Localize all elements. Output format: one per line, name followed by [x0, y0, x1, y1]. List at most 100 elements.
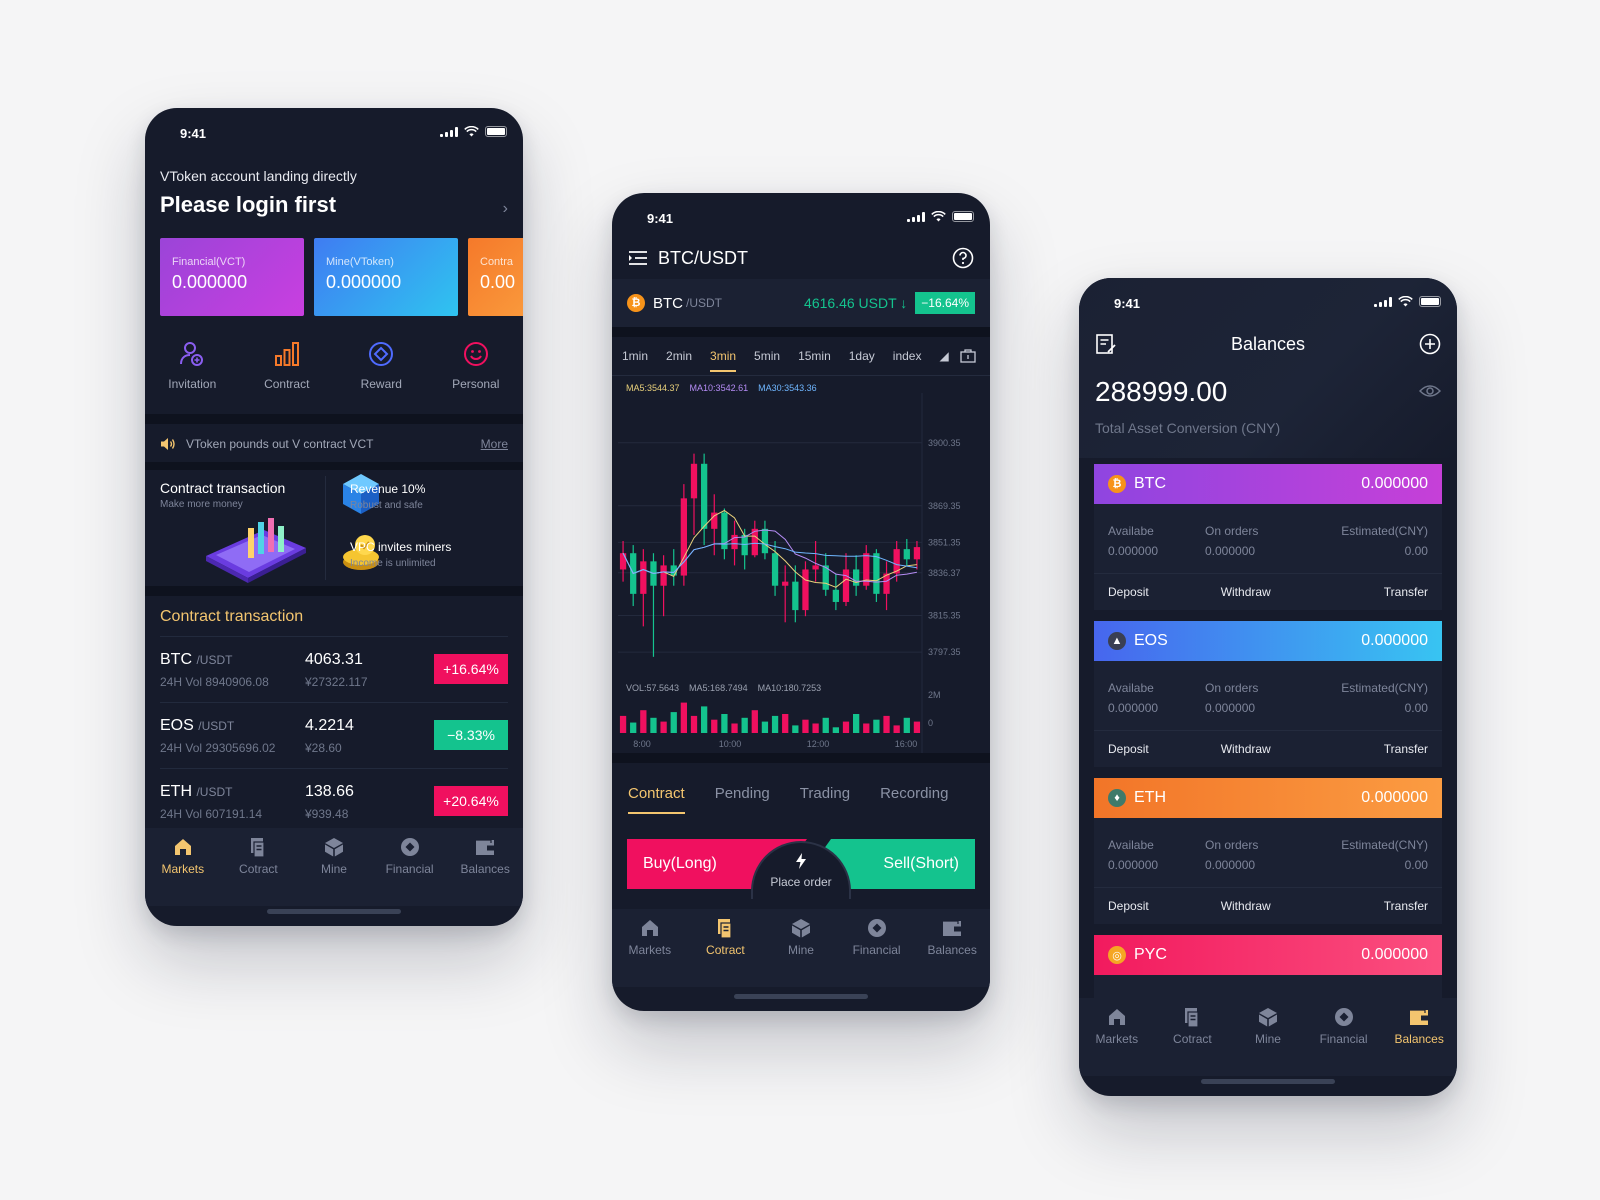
transfer-button[interactable]: Transfer [1384, 899, 1428, 913]
account-card-financial[interactable]: Financial(VCT) 0.000000 [160, 238, 304, 316]
notice-bar[interactable]: VToken pounds out V contract VCT More [145, 426, 523, 462]
shortcut-contract[interactable]: Contract [240, 340, 335, 391]
shortcut-label: Invitation [168, 377, 217, 391]
wifi-icon [1398, 296, 1413, 307]
tab-markets[interactable]: Markets [612, 909, 688, 987]
interval-15min[interactable]: 15min [798, 349, 831, 363]
market-price: 4.2214 [305, 717, 354, 734]
withdraw-button[interactable]: Withdraw [1221, 742, 1271, 756]
market-row-eos[interactable]: EOS /USDT 24H Vol 29305696.02 4.2214 ¥28… [160, 702, 508, 766]
market-row-btc[interactable]: BTC /USDT 24H Vol 8940906.08 4063.31 ¥27… [160, 636, 508, 700]
add-circle-icon[interactable] [1419, 333, 1441, 355]
candlestick-chart[interactable]: 3900.35 3869.35 3851.35 3836.37 3815.35 3797.… [612, 393, 990, 773]
mine-cube-icon [324, 838, 343, 857]
tab-mine[interactable]: Mine [763, 909, 839, 987]
ticker-coin: BTC [653, 294, 683, 312]
asset-details: Availabe 0.000000 On orders 0.000000 Estim… [1094, 818, 1442, 887]
home-indicator [1201, 1079, 1335, 1084]
transfer-button[interactable]: Transfer [1384, 585, 1428, 599]
divider [612, 327, 990, 337]
chevron-right-icon[interactable]: › [503, 200, 508, 218]
volume-bar [731, 723, 738, 733]
tab-mine[interactable]: Mine [1230, 998, 1306, 1076]
asset-balance: 0.000000 [1361, 789, 1428, 806]
interval-3min[interactable]: 3min [710, 349, 737, 372]
tab-pending[interactable]: Pending [715, 785, 770, 802]
promo-section: Contract transaction Make more money Rev… [145, 470, 523, 586]
tab-markets[interactable]: Markets [1079, 998, 1155, 1076]
shortcut-reward[interactable]: Reward [334, 340, 429, 391]
tab-financial[interactable]: Financial [1306, 998, 1382, 1076]
tab-mine[interactable]: Mine [296, 828, 372, 906]
y-tick-label: 3869.35 [928, 501, 961, 511]
transfer-button[interactable]: Transfer [1384, 742, 1428, 756]
layout-toggle-icon[interactable] [960, 349, 976, 363]
asset-card-pyc[interactable]: ◎ PYC 0.000000 [1094, 935, 1442, 1005]
tab-markets[interactable]: Markets [145, 828, 221, 906]
tab-recording[interactable]: Recording [880, 785, 948, 802]
col-label: Availabe [1108, 524, 1154, 538]
reward-diamond-icon [369, 342, 394, 366]
mine-cube-icon [791, 919, 810, 938]
shortcut-personal[interactable]: Personal [429, 340, 524, 391]
withdraw-button[interactable]: Withdraw [1221, 899, 1271, 913]
place-order-label: Place order [770, 875, 832, 889]
asset-card-header: ▲ EOS 0.000000 [1094, 621, 1442, 661]
shortcut-invitation[interactable]: Invitation [145, 340, 240, 391]
ticker-quote: /USDT [686, 296, 722, 310]
asset-coin: BTC [1134, 475, 1166, 492]
promo-item-subtitle: Robust and safe [350, 500, 423, 511]
market-quote: /USDT [196, 785, 233, 799]
divider [145, 586, 523, 596]
candle-body [903, 549, 910, 560]
asset-card-eos[interactable]: ▲ EOS 0.000000 Availabe 0.000000 On order… [1094, 621, 1442, 767]
promo-revenue[interactable]: Revenue 10% Robust and safe [350, 482, 425, 511]
interval-1min[interactable]: 1min [622, 349, 648, 363]
account-prompt: VToken account landing directly [160, 168, 357, 184]
interval-tabs: 1min 2min 3min 5min 15min 1day index ◢ [612, 337, 990, 375]
interval-1day[interactable]: 1day [849, 349, 875, 363]
tab-balances[interactable]: Balances [1381, 998, 1457, 1076]
status-bar: 9:41 [612, 193, 990, 241]
promo-miners[interactable]: VPC invites miners Income is unlimited [350, 540, 451, 569]
withdraw-button[interactable]: Withdraw [1221, 585, 1271, 599]
deposit-button[interactable]: Deposit [1108, 585, 1149, 599]
y-tick-label: 3851.35 [928, 537, 961, 547]
tab-cotract[interactable]: Cotract [688, 909, 764, 987]
tab-cotract[interactable]: Cotract [221, 828, 297, 906]
bottom-tab-bar: Markets Cotract Mine Financial Balances [612, 909, 990, 987]
notice-more-link[interactable]: More [481, 437, 508, 451]
interval-index[interactable]: index ◢ [893, 349, 949, 363]
login-prompt[interactable]: VToken account landing directly Please l… [160, 168, 508, 218]
tab-contract[interactable]: Contract [628, 785, 685, 814]
tab-trading[interactable]: Trading [800, 785, 850, 802]
candle-body [913, 547, 921, 560]
account-card-contract[interactable]: Contra 0.00 [468, 238, 523, 316]
menu-icon[interactable] [628, 250, 648, 266]
asset-available: 0.000000 [1108, 701, 1159, 715]
help-icon[interactable] [952, 247, 974, 269]
interval-divider [612, 375, 990, 376]
promo-item-title: VPC invites miners [350, 540, 452, 554]
tab-financial[interactable]: Financial [372, 828, 448, 906]
promo-title: Contract transaction [160, 480, 286, 496]
volume-bar [842, 721, 850, 733]
market-row-eth[interactable]: ETH /USDT 24H Vol 607191.14 138.66 ¥939.… [160, 768, 508, 832]
tab-balances[interactable]: Balances [914, 909, 990, 987]
asset-card-eth[interactable]: ♦ ETH 0.000000 Availabe 0.000000 On order… [1094, 778, 1442, 924]
volume-bar [711, 719, 718, 733]
deposit-button[interactable]: Deposit [1108, 899, 1149, 913]
bar-chart-icon [274, 342, 299, 366]
account-card-mine[interactable]: Mine(VToken) 0.000000 [314, 238, 458, 316]
interval-5min[interactable]: 5min [754, 349, 780, 363]
promo-item-subtitle: Income is unlimited [350, 558, 436, 569]
tab-label: Balances [1394, 1032, 1444, 1046]
col-label: On orders [1205, 838, 1259, 852]
interval-2min[interactable]: 2min [666, 349, 692, 363]
tab-balances[interactable]: Balances [447, 828, 523, 906]
tab-cotract[interactable]: Cotract [1155, 998, 1231, 1076]
deposit-button[interactable]: Deposit [1108, 742, 1149, 756]
tab-financial[interactable]: Financial [839, 909, 915, 987]
asset-card-btc[interactable]: ₿ BTC 0.000000 Availabe 0.000000 On order… [1094, 464, 1442, 610]
eye-icon[interactable] [1419, 384, 1441, 398]
